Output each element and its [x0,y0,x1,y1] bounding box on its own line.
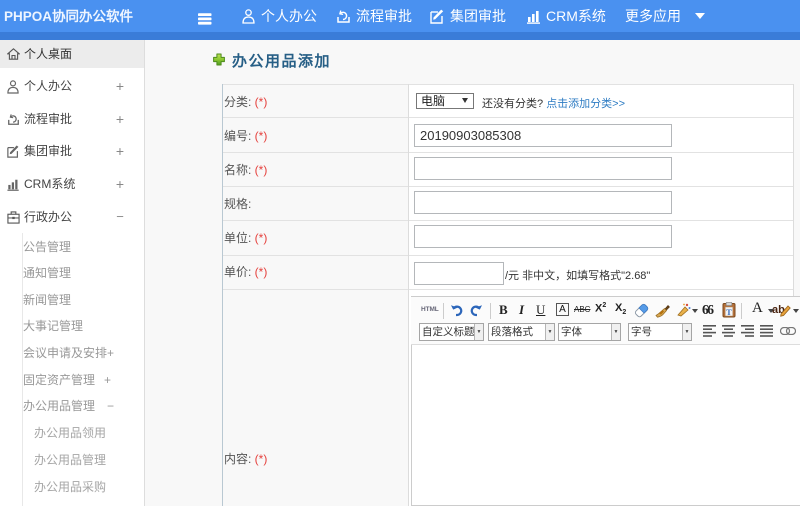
svg-text:T: T [726,307,732,317]
